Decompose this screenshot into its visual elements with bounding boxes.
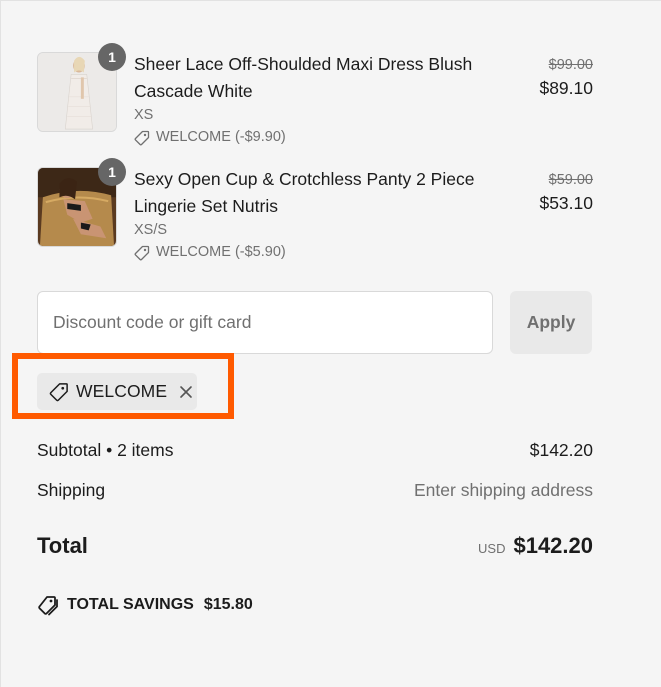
compare-at-price: $99.00: [548, 57, 593, 73]
subtotal-label: Subtotal • 2 items: [37, 440, 174, 460]
item-discount-label: WELCOME (-$9.90): [156, 129, 286, 145]
apply-button[interactable]: Apply: [510, 291, 592, 354]
quantity-badge: 1: [98, 43, 126, 71]
item-discount-label: WELCOME (-$5.90): [156, 244, 286, 260]
subtotal-row: Subtotal • 2 items $142.20: [37, 440, 593, 461]
applied-code-label: WELCOME: [76, 381, 168, 401]
line-item: 1 Sheer Lace Off-Shoulded Maxi Dress Blu…: [37, 43, 593, 147]
total-savings-amount: $15.80: [203, 596, 253, 613]
product-variant: XS/S: [134, 222, 168, 238]
tag-icon: [134, 130, 150, 145]
total-value: $142.20: [513, 533, 593, 558]
shipping-row: Shipping Enter shipping address: [37, 480, 593, 501]
shipping-value: Enter shipping address: [414, 480, 593, 500]
applied-discount-chip: WELCOME: [37, 373, 197, 410]
line-item: 1 Sexy Open Cup & Crotchless Panty 2 Pie…: [37, 158, 593, 262]
tags-icon: [38, 596, 58, 616]
compare-at-price: $59.00: [548, 172, 593, 188]
close-icon[interactable]: [179, 385, 193, 399]
total-savings-label: TOTAL SAVINGS: [67, 596, 194, 613]
quantity-badge: 1: [98, 158, 126, 186]
product-title: Sheer Lace Off-Shoulded Maxi Dress Blush…: [134, 54, 473, 101]
item-discount: WELCOME (-$5.90): [134, 243, 479, 262]
subtotal-value: $142.20: [529, 440, 593, 460]
total-label: Total: [37, 533, 88, 558]
total-row: Total USD $142.20: [37, 533, 593, 559]
item-price: $53.10: [539, 193, 593, 213]
item-price: $89.10: [539, 78, 593, 98]
currency-code: USD: [478, 541, 506, 556]
item-discount: WELCOME (-$9.90): [134, 128, 479, 147]
shipping-label: Shipping: [37, 480, 106, 500]
product-title: Sexy Open Cup & Crotchless Panty 2 Piece…: [134, 169, 475, 216]
tag-icon: [134, 245, 150, 260]
tag-icon: [49, 382, 68, 401]
order-summary-panel: 1 Sheer Lace Off-Shoulded Maxi Dress Blu…: [0, 0, 661, 687]
product-variant: XS: [134, 107, 154, 123]
total-savings: TOTAL SAVINGS $15.80: [37, 594, 253, 616]
discount-code-input[interactable]: [37, 291, 493, 354]
